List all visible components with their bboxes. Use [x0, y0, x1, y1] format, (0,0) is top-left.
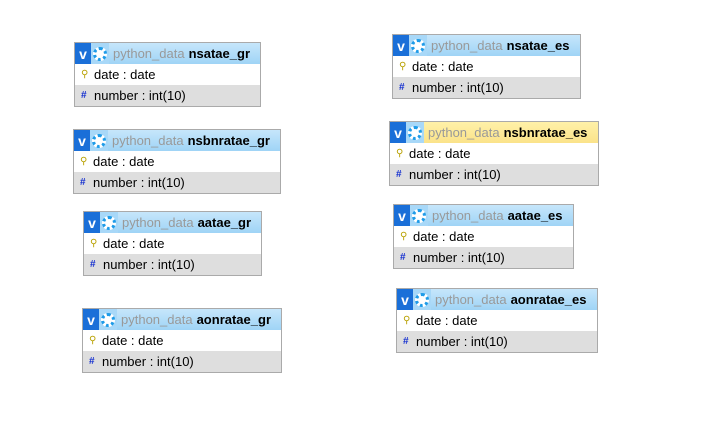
column-label: date : date: [416, 313, 478, 328]
key-icon: ⚲: [89, 335, 97, 346]
column-label: number : int(10): [409, 167, 501, 182]
column-label: number : int(10): [416, 334, 508, 349]
table-name: aatae_es: [507, 208, 563, 223]
column-label: date : date: [94, 67, 156, 82]
table-aatae_es[interactable]: v python_data aatae_es ⚲ date : date # n…: [393, 204, 574, 269]
toggle-columns-button[interactable]: v: [74, 130, 90, 151]
gear-icon[interactable]: [90, 130, 108, 151]
column-row[interactable]: ⚲ date : date: [83, 330, 281, 351]
column-label: date : date: [102, 333, 164, 348]
column-row[interactable]: # number : int(10): [390, 164, 598, 185]
key-icon: ⚲: [399, 61, 407, 72]
table-aonratae_gr[interactable]: v python_data aonratae_gr ⚲ date : date …: [82, 308, 282, 373]
hash-icon: #: [80, 177, 86, 188]
column-row[interactable]: ⚲ date : date: [394, 226, 573, 247]
database-name: python_data: [431, 38, 503, 53]
table-nsbnratae_gr[interactable]: v python_data nsbnratae_gr ⚲ date : date…: [73, 129, 281, 194]
key-icon: ⚲: [80, 156, 88, 167]
table-header[interactable]: v python_data nsbnratae_gr: [74, 130, 280, 151]
table-header[interactable]: v python_data nsatae_es: [393, 35, 580, 56]
column-label: date : date: [103, 236, 165, 251]
table-name: aonratae_gr: [196, 312, 271, 327]
database-name: python_data: [435, 292, 507, 307]
hash-icon: #: [89, 356, 95, 367]
gear-icon[interactable]: [413, 289, 431, 310]
column-label: date : date: [413, 229, 475, 244]
column-label: number : int(10): [102, 354, 194, 369]
database-name: python_data: [432, 208, 504, 223]
table-aatae_gr[interactable]: v python_data aatae_gr ⚲ date : date # n…: [83, 211, 262, 276]
table-header[interactable]: v python_data nsatae_gr: [75, 43, 260, 64]
toggle-columns-button[interactable]: v: [394, 205, 410, 226]
column-row[interactable]: ⚲ date : date: [75, 64, 260, 85]
database-name: python_data: [121, 312, 193, 327]
hash-icon: #: [400, 252, 406, 263]
toggle-columns-button[interactable]: v: [75, 43, 91, 64]
toggle-columns-button[interactable]: v: [397, 289, 413, 310]
table-name: nsbnratae_gr: [187, 133, 270, 148]
key-icon: ⚲: [400, 231, 408, 242]
column-row[interactable]: # number : int(10): [83, 351, 281, 372]
database-name: python_data: [122, 215, 194, 230]
gear-icon[interactable]: [410, 205, 428, 226]
column-row[interactable]: # number : int(10): [75, 85, 260, 106]
table-aonratae_es[interactable]: v python_data aonratae_es ⚲ date : date …: [396, 288, 598, 353]
column-label: date : date: [412, 59, 474, 74]
column-row[interactable]: # number : int(10): [394, 247, 573, 268]
hash-icon: #: [399, 82, 405, 93]
key-icon: ⚲: [403, 315, 411, 326]
column-label: number : int(10): [93, 175, 185, 190]
column-row[interactable]: # number : int(10): [84, 254, 261, 275]
column-row[interactable]: ⚲ date : date: [74, 151, 280, 172]
hash-icon: #: [396, 169, 402, 180]
table-header[interactable]: v python_data aatae_es: [394, 205, 573, 226]
table-name: nsbnratae_es: [503, 125, 588, 140]
column-label: number : int(10): [103, 257, 195, 272]
table-header[interactable]: v python_data aonratae_es: [397, 289, 597, 310]
key-icon: ⚲: [396, 148, 404, 159]
column-label: number : int(10): [412, 80, 504, 95]
table-name: aonratae_es: [510, 292, 587, 307]
gear-icon[interactable]: [91, 43, 109, 64]
column-row[interactable]: ⚲ date : date: [390, 143, 598, 164]
column-label: date : date: [93, 154, 155, 169]
hash-icon: #: [81, 90, 87, 101]
table-nsatae_gr[interactable]: v python_data nsatae_gr ⚲ date : date # …: [74, 42, 261, 107]
toggle-columns-button[interactable]: v: [84, 212, 100, 233]
table-nsbnratae_es[interactable]: v python_data nsbnratae_es ⚲ date : date…: [389, 121, 599, 186]
database-name: python_data: [113, 46, 185, 61]
table-header[interactable]: v python_data aatae_gr: [84, 212, 261, 233]
column-row[interactable]: ⚲ date : date: [84, 233, 261, 254]
table-header[interactable]: v python_data aonratae_gr: [83, 309, 281, 330]
gear-icon[interactable]: [406, 122, 424, 143]
table-name: nsatae_es: [506, 38, 570, 53]
database-name: python_data: [428, 125, 500, 140]
column-row[interactable]: ⚲ date : date: [397, 310, 597, 331]
column-row[interactable]: # number : int(10): [397, 331, 597, 352]
gear-icon[interactable]: [99, 309, 117, 330]
table-name: nsatae_gr: [188, 46, 250, 61]
gear-icon[interactable]: [409, 35, 427, 56]
column-row[interactable]: ⚲ date : date: [393, 56, 580, 77]
key-icon: ⚲: [81, 69, 89, 80]
table-header[interactable]: v python_data nsbnratae_es: [390, 122, 598, 143]
table-name: aatae_gr: [197, 215, 252, 230]
key-icon: ⚲: [90, 238, 98, 249]
column-label: date : date: [409, 146, 471, 161]
column-label: number : int(10): [94, 88, 186, 103]
toggle-columns-button[interactable]: v: [393, 35, 409, 56]
toggle-columns-button[interactable]: v: [83, 309, 99, 330]
table-nsatae_es[interactable]: v python_data nsatae_es ⚲ date : date # …: [392, 34, 581, 99]
hash-icon: #: [90, 259, 96, 270]
hash-icon: #: [403, 336, 409, 347]
database-name: python_data: [112, 133, 184, 148]
column-row[interactable]: # number : int(10): [74, 172, 280, 193]
toggle-columns-button[interactable]: v: [390, 122, 406, 143]
column-row[interactable]: # number : int(10): [393, 77, 580, 98]
gear-icon[interactable]: [100, 212, 118, 233]
column-label: number : int(10): [413, 250, 505, 265]
